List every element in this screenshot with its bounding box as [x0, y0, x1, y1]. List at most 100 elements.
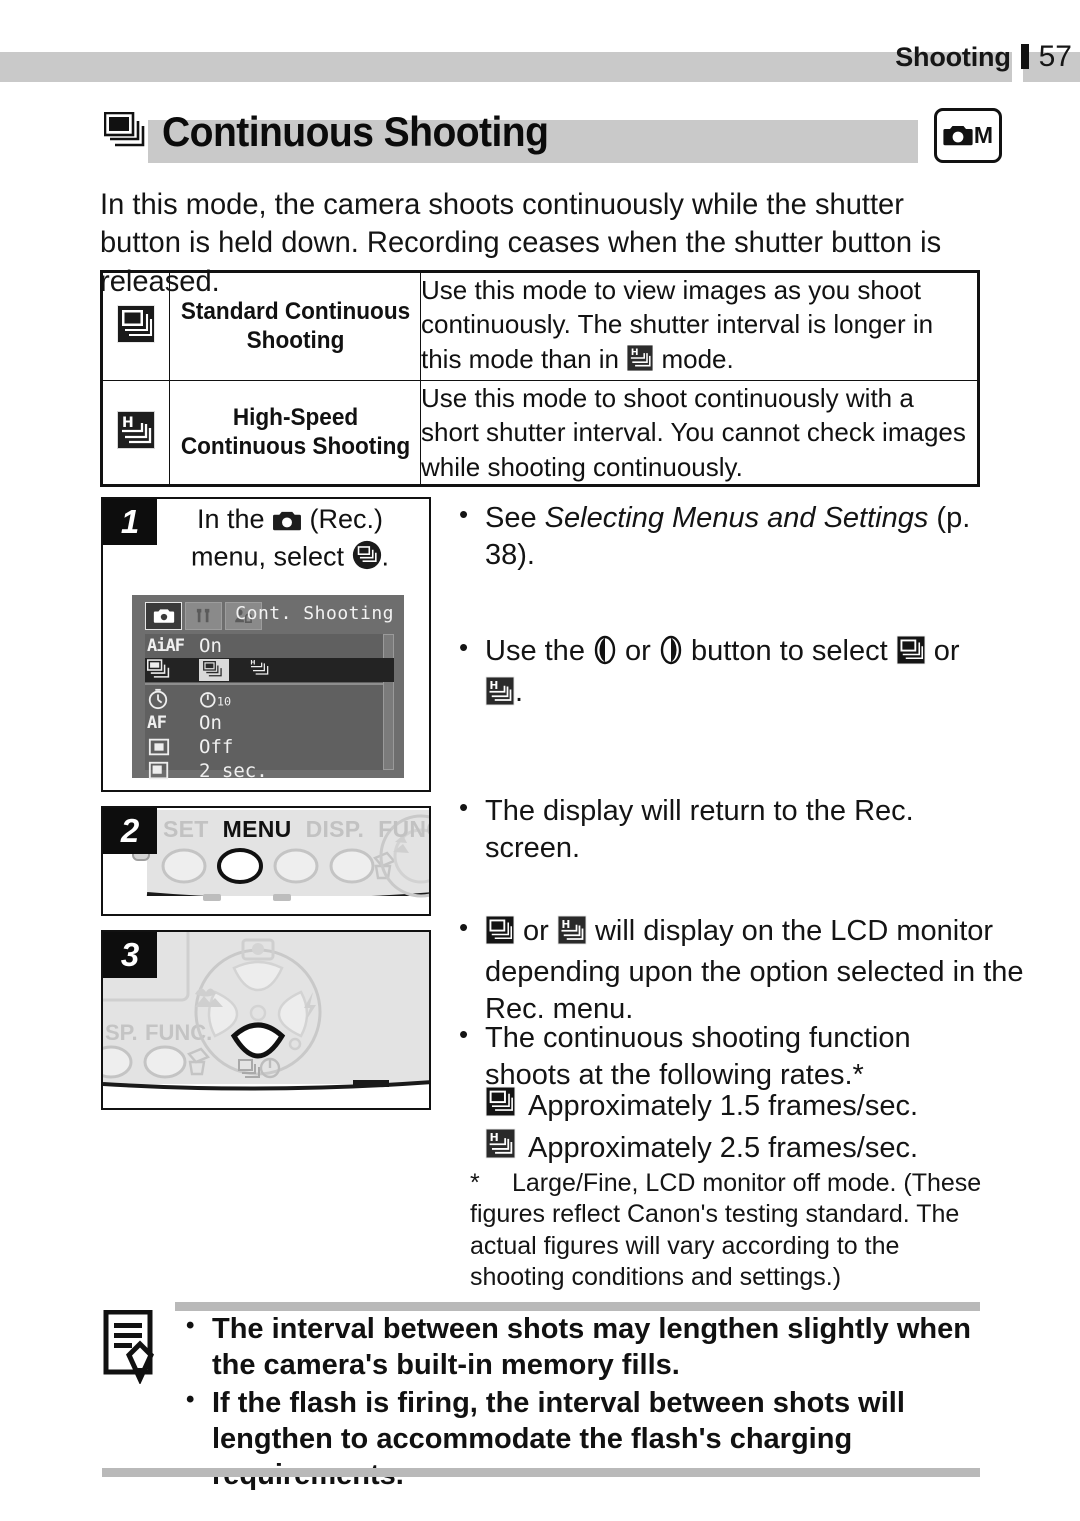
standard-continuous-icon-cell [100, 269, 170, 382]
continuous-shooting-icon [104, 112, 148, 152]
lcd-row-digital-zoom[interactable]: Off [145, 735, 394, 759]
rec-tab-icon[interactable] [145, 602, 182, 630]
step-1-caption2-post: . [381, 541, 390, 572]
mode-badge-label: M [973, 122, 994, 148]
standard-continuous-icon [485, 1086, 516, 1128]
menu-button-label[interactable]: MENU [223, 816, 292, 843]
left-arrow-button-icon [593, 635, 617, 675]
high-speed-continuous-icon: H [485, 1128, 516, 1170]
step-2-number: 2 [103, 808, 157, 854]
memo-bullet: The interval between shots may lengthen … [178, 1311, 978, 1384]
page-number: 57 [1038, 40, 1072, 73]
rate-high-speed: H Approximately 2.5 frames/sec. [485, 1128, 918, 1170]
high-speed-continuous-icon: H [485, 676, 515, 716]
desc-text-post: mode. [654, 343, 734, 374]
note-shooting-rates: The continuous shooting function shoots … [455, 1018, 975, 1093]
footnote-marker: * [470, 1169, 480, 1197]
high-speed-continuous-icon: H [116, 411, 156, 454]
rate-standard-text: Approximately 1.5 frames/sec. [528, 1090, 919, 1122]
aiaf-icon: AiAF [145, 636, 199, 656]
lcd-value-digital-zoom: Off [199, 736, 234, 758]
af-assist-label: AF [147, 713, 167, 733]
manual-page: Shooting 57 Continuous Shooting M In thi… [0, 0, 1080, 1521]
rate-high-speed-text: Approximately 2.5 frames/sec. [528, 1131, 919, 1164]
set-button-label[interactable]: SET [163, 816, 209, 843]
lcd-row-aiaf[interactable]: AiAF On [145, 634, 394, 658]
high-speed-continuous-description: Use this mode to shoot continuously with… [420, 380, 980, 488]
svg-text:SP.: SP. [105, 1020, 138, 1045]
high-speed-continuous-icon: H [626, 344, 654, 380]
continuous-shooting-round-icon [352, 540, 382, 578]
step-1-caption2-pre: menu, select [190, 541, 352, 572]
high-speed-continuous-name: High-Speed Continuous Shooting [176, 380, 414, 488]
lcd-divider [145, 683, 394, 685]
table-row: H High-Speed Continuous Shooting Use thi… [100, 380, 980, 488]
note-post: . [515, 676, 524, 709]
mode-badge: M [934, 108, 1002, 163]
standard-continuous-option[interactable] [199, 659, 229, 681]
lcd-menu-body: AiAF On H 10 AF On Off 2 sec. [145, 634, 394, 782]
lcd-row-review[interactable]: 2 sec. [145, 759, 394, 783]
standard-continuous-description: Use this mode to view images as you shoo… [420, 269, 980, 382]
note-see-selecting-menus: See Selecting Menus and Settings (p. 38)… [455, 498, 1025, 573]
running-head: Shooting 57 [895, 40, 1072, 74]
lcd-continuous-options: H [199, 658, 273, 683]
step-1-number: 1 [103, 499, 157, 545]
disp-button-label[interactable]: DISP. [306, 816, 365, 843]
lcd-row-af-assist[interactable]: AF On [145, 711, 394, 735]
func-button-label[interactable]: FUNC. [378, 816, 429, 843]
lcd-value-af-assist: On [199, 712, 222, 734]
standard-continuous-icon [116, 305, 156, 348]
svg-text:10: 10 [217, 694, 231, 708]
note-mid: or [515, 915, 557, 947]
step-1-caption: In the (Rec.) menu, select . [157, 503, 423, 578]
af-assist-icon: AF [145, 713, 199, 733]
camera-button-labels: SET MENU DISP. FUNC. [163, 816, 429, 843]
standard-continuous-icon [896, 635, 926, 675]
note-italic: Selecting Menus and Settings [544, 502, 929, 534]
lcd-menu-screenshot: Cont. Shooting AiAF On H 10 AF On Off 2 … [132, 595, 404, 782]
lcd-row-self-timer[interactable]: 10 [145, 687, 394, 711]
setup-tab-icon[interactable] [185, 602, 222, 630]
camera-icon [272, 507, 302, 540]
note-mid1: or [617, 635, 659, 667]
note-use-button-to-select: Use the or button to select or H . [455, 631, 1025, 716]
svg-text:H: H [250, 659, 255, 666]
note-pre: Use the [485, 635, 593, 667]
table-row: Standard Continuous Shooting Use this mo… [100, 269, 980, 382]
step-2-box: SET MENU DISP. FUNC. 2 [101, 806, 431, 916]
memo-top-rule [175, 1302, 980, 1311]
high-speed-continuous-option[interactable]: H [249, 658, 273, 683]
lcd-row-continuous-shooting[interactable]: H [145, 658, 394, 682]
lcd-value-aiaf: On [199, 635, 222, 657]
note-pre: See [485, 502, 545, 534]
rates-list: Approximately 1.5 frames/sec. H Approxim… [485, 1086, 918, 1169]
lcd-menu-title: Cont. Shooting [235, 603, 394, 624]
page-title: Continuous Shooting [162, 108, 549, 155]
step-1-box: 1 In the (Rec.) menu, select . Cont. Sho… [101, 497, 431, 792]
lcd-value-review: 2 sec. [199, 760, 268, 782]
continuous-shooting-icon [145, 659, 199, 681]
camera-icon [943, 126, 973, 146]
aiaf-label: AiAF [147, 636, 185, 656]
step-1-caption-post: (Rec.) [302, 504, 384, 534]
footnote-text: Large/Fine, LCD monitor off mode. (These… [470, 1169, 982, 1291]
note-mid3: or [925, 635, 960, 667]
standard-continuous-name: Standard Continuous Shooting [176, 269, 414, 382]
self-timer-icon [145, 688, 199, 710]
self-timer-10sec-icon: 10 [199, 689, 233, 709]
running-head-section: Shooting [895, 42, 1011, 72]
step-1-caption-pre: In the [196, 504, 273, 534]
page-title-row: Continuous Shooting [104, 101, 1004, 163]
memo-note-icon [103, 1309, 161, 1386]
digital-zoom-icon [145, 736, 199, 758]
modes-table: Standard Continuous Shooting Use this mo… [100, 269, 980, 488]
note-display-returns: The display will return to the Rec. scre… [455, 791, 955, 866]
note-mid2: button to select [682, 635, 896, 667]
footnote: * Large/Fine, LCD monitor off mode. (The… [470, 1168, 990, 1293]
note-icon-will-display: or H will display on the LCD monitor dep… [455, 911, 1025, 1027]
review-icon [145, 760, 199, 782]
svg-text:H: H [490, 1131, 499, 1144]
svg-text:H: H [631, 348, 639, 358]
standard-continuous-icon [485, 915, 515, 955]
